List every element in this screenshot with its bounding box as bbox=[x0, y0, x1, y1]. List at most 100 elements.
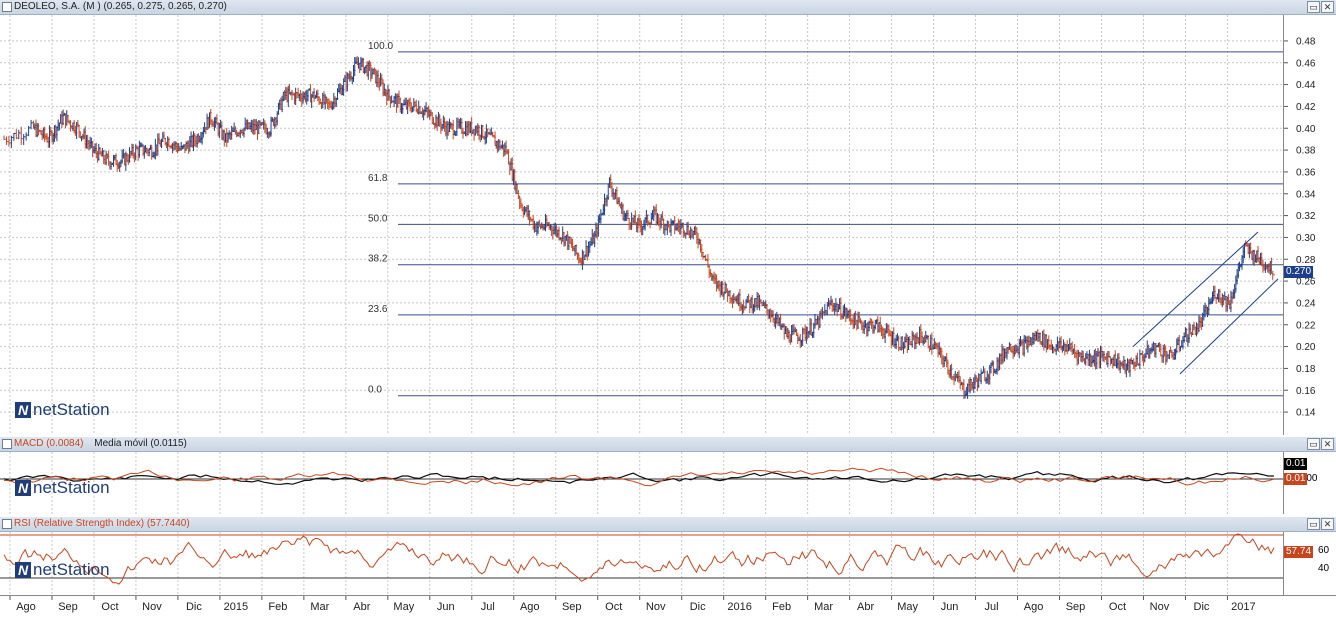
rsi-titlebar: RSI (Relative Strength Index) (57.7440) … bbox=[0, 517, 1336, 532]
x-tick-label: Sep bbox=[58, 601, 78, 613]
minimize-button[interactable]: ▭ bbox=[1307, 1, 1320, 13]
x-tick-label: Oct bbox=[101, 601, 118, 613]
macd-title: MACD (0.0084) bbox=[14, 438, 84, 449]
fib-level-label: 61.8 bbox=[368, 173, 388, 184]
x-tick-label: Dic bbox=[1194, 601, 1210, 613]
rsi-line bbox=[3, 533, 1275, 585]
x-tick-label: Oct bbox=[605, 601, 622, 613]
minimize-button[interactable]: ▭ bbox=[1307, 438, 1320, 450]
y-tick-label: 0.30 bbox=[1296, 233, 1316, 244]
y-tick-label: 0.48 bbox=[1296, 36, 1316, 47]
x-tick-label: Nov bbox=[142, 601, 162, 613]
y-tick-label: 0.36 bbox=[1296, 167, 1316, 178]
y-tick-label: 0.38 bbox=[1296, 146, 1316, 157]
close-button[interactable]: ✕ bbox=[1321, 1, 1334, 13]
x-tick-label: Abr bbox=[857, 601, 874, 613]
macd-panel: MACD (0.0084) Media móvil (0.0115) ▭ ✕ 0… bbox=[0, 437, 1336, 515]
netstation-logo-mark: N bbox=[15, 480, 31, 496]
channel-lower bbox=[1179, 278, 1279, 375]
rsi-value-tag: 57.74 bbox=[1284, 546, 1314, 558]
x-tick-label: Nov bbox=[1150, 601, 1170, 613]
panel-menu-icon[interactable] bbox=[2, 519, 12, 529]
y-tick-label: 0.28 bbox=[1296, 255, 1316, 266]
netstation-logo: NnetStation bbox=[15, 560, 110, 580]
y-tick-label: 0.18 bbox=[1296, 364, 1316, 375]
macd-titlebar: MACD (0.0084) Media móvil (0.0115) ▭ ✕ bbox=[0, 437, 1336, 452]
price-panel: DEOLEO, S.A. (M ) (0.265, 0.275, 0.265, … bbox=[0, 0, 1336, 435]
y-tick-label: 0.40 bbox=[1296, 124, 1316, 135]
fib-level-label: 38.2 bbox=[368, 254, 388, 265]
price-grid bbox=[0, 15, 1284, 435]
rsi-chart[interactable] bbox=[0, 532, 1284, 595]
netstation-logo: NnetStation bbox=[15, 478, 110, 498]
rsi-panel: RSI (Relative Strength Index) (57.7440) … bbox=[0, 517, 1336, 595]
fib-level-label: 23.6 bbox=[368, 304, 388, 315]
macd-signal-title: Media móvil (0.0115) bbox=[94, 438, 187, 449]
panel-menu-icon[interactable] bbox=[2, 439, 12, 449]
close-button[interactable]: ✕ bbox=[1321, 518, 1334, 530]
macd-title-wrap: MACD (0.0084) Media móvil (0.0115) bbox=[14, 437, 187, 451]
x-tick-label: Jun bbox=[437, 601, 455, 613]
x-tick-label: Oct bbox=[1109, 601, 1126, 613]
price-chart[interactable]: 100.0 61.8 50.0 38.2 23.6 0.0 bbox=[0, 15, 1284, 435]
fib-level-label: 100.0 bbox=[368, 41, 393, 52]
x-tick-label: 2016 bbox=[727, 601, 751, 613]
rsi-tick-40: 40 bbox=[1318, 563, 1330, 574]
x-tick-label: Sep bbox=[1066, 601, 1086, 613]
netstation-logo-mark: N bbox=[15, 402, 31, 418]
price-titlebar: DEOLEO, S.A. (M ) (0.265, 0.275, 0.265, … bbox=[0, 0, 1336, 15]
x-tick-label: Abr bbox=[353, 601, 370, 613]
x-tick-label: Ago bbox=[16, 601, 36, 613]
y-tick-label: 0.34 bbox=[1296, 189, 1316, 200]
logo-text: netStation bbox=[33, 478, 110, 497]
x-tick-label: Jun bbox=[941, 601, 959, 613]
rsi-grid bbox=[9, 532, 1228, 595]
y-tick-label: 0.32 bbox=[1296, 211, 1316, 222]
last-price-tag: 0.270 bbox=[1284, 266, 1314, 278]
rsi-y-axis: 60 40 bbox=[1283, 532, 1336, 595]
x-tick-label: Mar bbox=[310, 601, 329, 613]
y-tick-label: 0.26 bbox=[1296, 277, 1316, 288]
x-tick-label: Jul bbox=[481, 601, 495, 613]
y-tick-label: 0.20 bbox=[1296, 342, 1316, 353]
macd-grid bbox=[9, 452, 1228, 514]
minimize-button[interactable]: ▭ bbox=[1307, 518, 1320, 530]
x-tick-label: Ago bbox=[520, 601, 540, 613]
panel-menu-icon[interactable] bbox=[2, 2, 12, 12]
x-tick-label: Nov bbox=[646, 601, 666, 613]
x-tick-label: Sep bbox=[562, 601, 582, 613]
y-tick-label: 0.46 bbox=[1296, 58, 1316, 69]
x-tick-label: Ago bbox=[1024, 601, 1044, 613]
fibonacci-levels: 100.0 61.8 50.0 38.2 23.6 0.0 bbox=[368, 41, 1284, 397]
netstation-logo: NnetStation bbox=[15, 400, 110, 420]
macd-chart[interactable] bbox=[0, 452, 1284, 514]
rsi-tick-60: 60 bbox=[1318, 545, 1330, 556]
logo-text: netStation bbox=[33, 560, 110, 579]
fib-level-label: 0.0 bbox=[368, 385, 382, 396]
close-button[interactable]: ✕ bbox=[1321, 438, 1334, 450]
price-title: DEOLEO, S.A. (M ) (0.265, 0.275, 0.265, … bbox=[14, 1, 227, 12]
y-tick-label: 0.44 bbox=[1296, 80, 1316, 91]
x-tick-label: Mar bbox=[814, 601, 833, 613]
x-tick-label: Jul bbox=[985, 601, 999, 613]
macd-line bbox=[3, 467, 1275, 487]
y-tick-label: 0.14 bbox=[1296, 408, 1316, 419]
macd-signal-line bbox=[3, 471, 1274, 485]
rsi-title: RSI (Relative Strength Index) (57.7440) bbox=[14, 518, 190, 529]
price-y-axis: 0.48 0.46 0.44 0.42 0.40 0.38 0.36 0.34 0.32 0.30… bbox=[1283, 15, 1336, 435]
x-tick-label: Feb bbox=[772, 601, 791, 613]
x-tick-label: Dic bbox=[186, 601, 202, 613]
logo-text: netStation bbox=[33, 400, 110, 419]
x-tick-label: 2015 bbox=[224, 601, 248, 613]
macd-tag-macd: 0.01 bbox=[1284, 473, 1308, 485]
y-tick-label: 0.22 bbox=[1296, 320, 1316, 331]
netstation-logo-mark: N bbox=[15, 562, 31, 578]
macd-tag-signal: 0.01 bbox=[1284, 458, 1308, 470]
x-tick-label: May bbox=[393, 601, 414, 613]
y-tick-label: 0.16 bbox=[1296, 386, 1316, 397]
x-tick-label: Dic bbox=[690, 601, 706, 613]
time-x-axis: Ago Sep Oct Nov Dic 2015 Feb Mar Abr May Jun Jul Ago… bbox=[0, 595, 1336, 615]
x-tick-label: Feb bbox=[268, 601, 287, 613]
y-tick-label: 0.24 bbox=[1296, 298, 1316, 309]
x-tick-label: May bbox=[897, 601, 918, 613]
